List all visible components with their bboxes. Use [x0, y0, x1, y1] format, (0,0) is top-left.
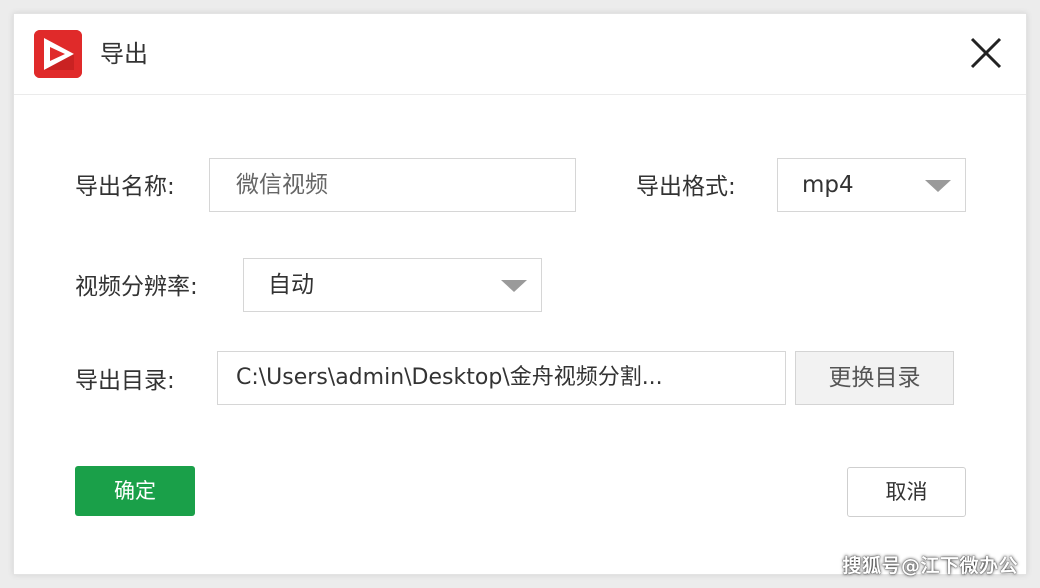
export-dir-input[interactable]: C:\Users\admin\Desktop\金舟视频分割...: [217, 351, 786, 405]
close-icon[interactable]: [968, 35, 1004, 71]
app-logo-icon: [34, 30, 82, 78]
export-dialog: 导出 导出名称: 微信视频 导出格式: mp4 视频分辨率: 自动 导出目录: …: [13, 13, 1027, 575]
export-name-label: 导出名称:: [75, 174, 175, 200]
export-dir-label: 导出目录:: [75, 368, 175, 394]
change-dir-button[interactable]: 更换目录: [795, 351, 954, 405]
dialog-title: 导出: [100, 40, 148, 68]
resolution-value: 自动: [268, 272, 314, 298]
export-format-select[interactable]: mp4: [777, 158, 966, 212]
resolution-select[interactable]: 自动: [243, 258, 542, 312]
export-name-input[interactable]: 微信视频: [209, 158, 576, 212]
chevron-down-icon: [501, 280, 527, 292]
export-format-label: 导出格式:: [636, 174, 736, 200]
resolution-label: 视频分辨率:: [75, 274, 198, 300]
confirm-button[interactable]: 确定: [75, 466, 195, 516]
chevron-down-icon: [925, 180, 951, 192]
cancel-button[interactable]: 取消: [847, 467, 966, 517]
export-format-value: mp4: [802, 172, 854, 198]
watermark-text: 搜狐号@江下微办公: [842, 555, 1018, 577]
dialog-titlebar: 导出: [14, 14, 1026, 95]
